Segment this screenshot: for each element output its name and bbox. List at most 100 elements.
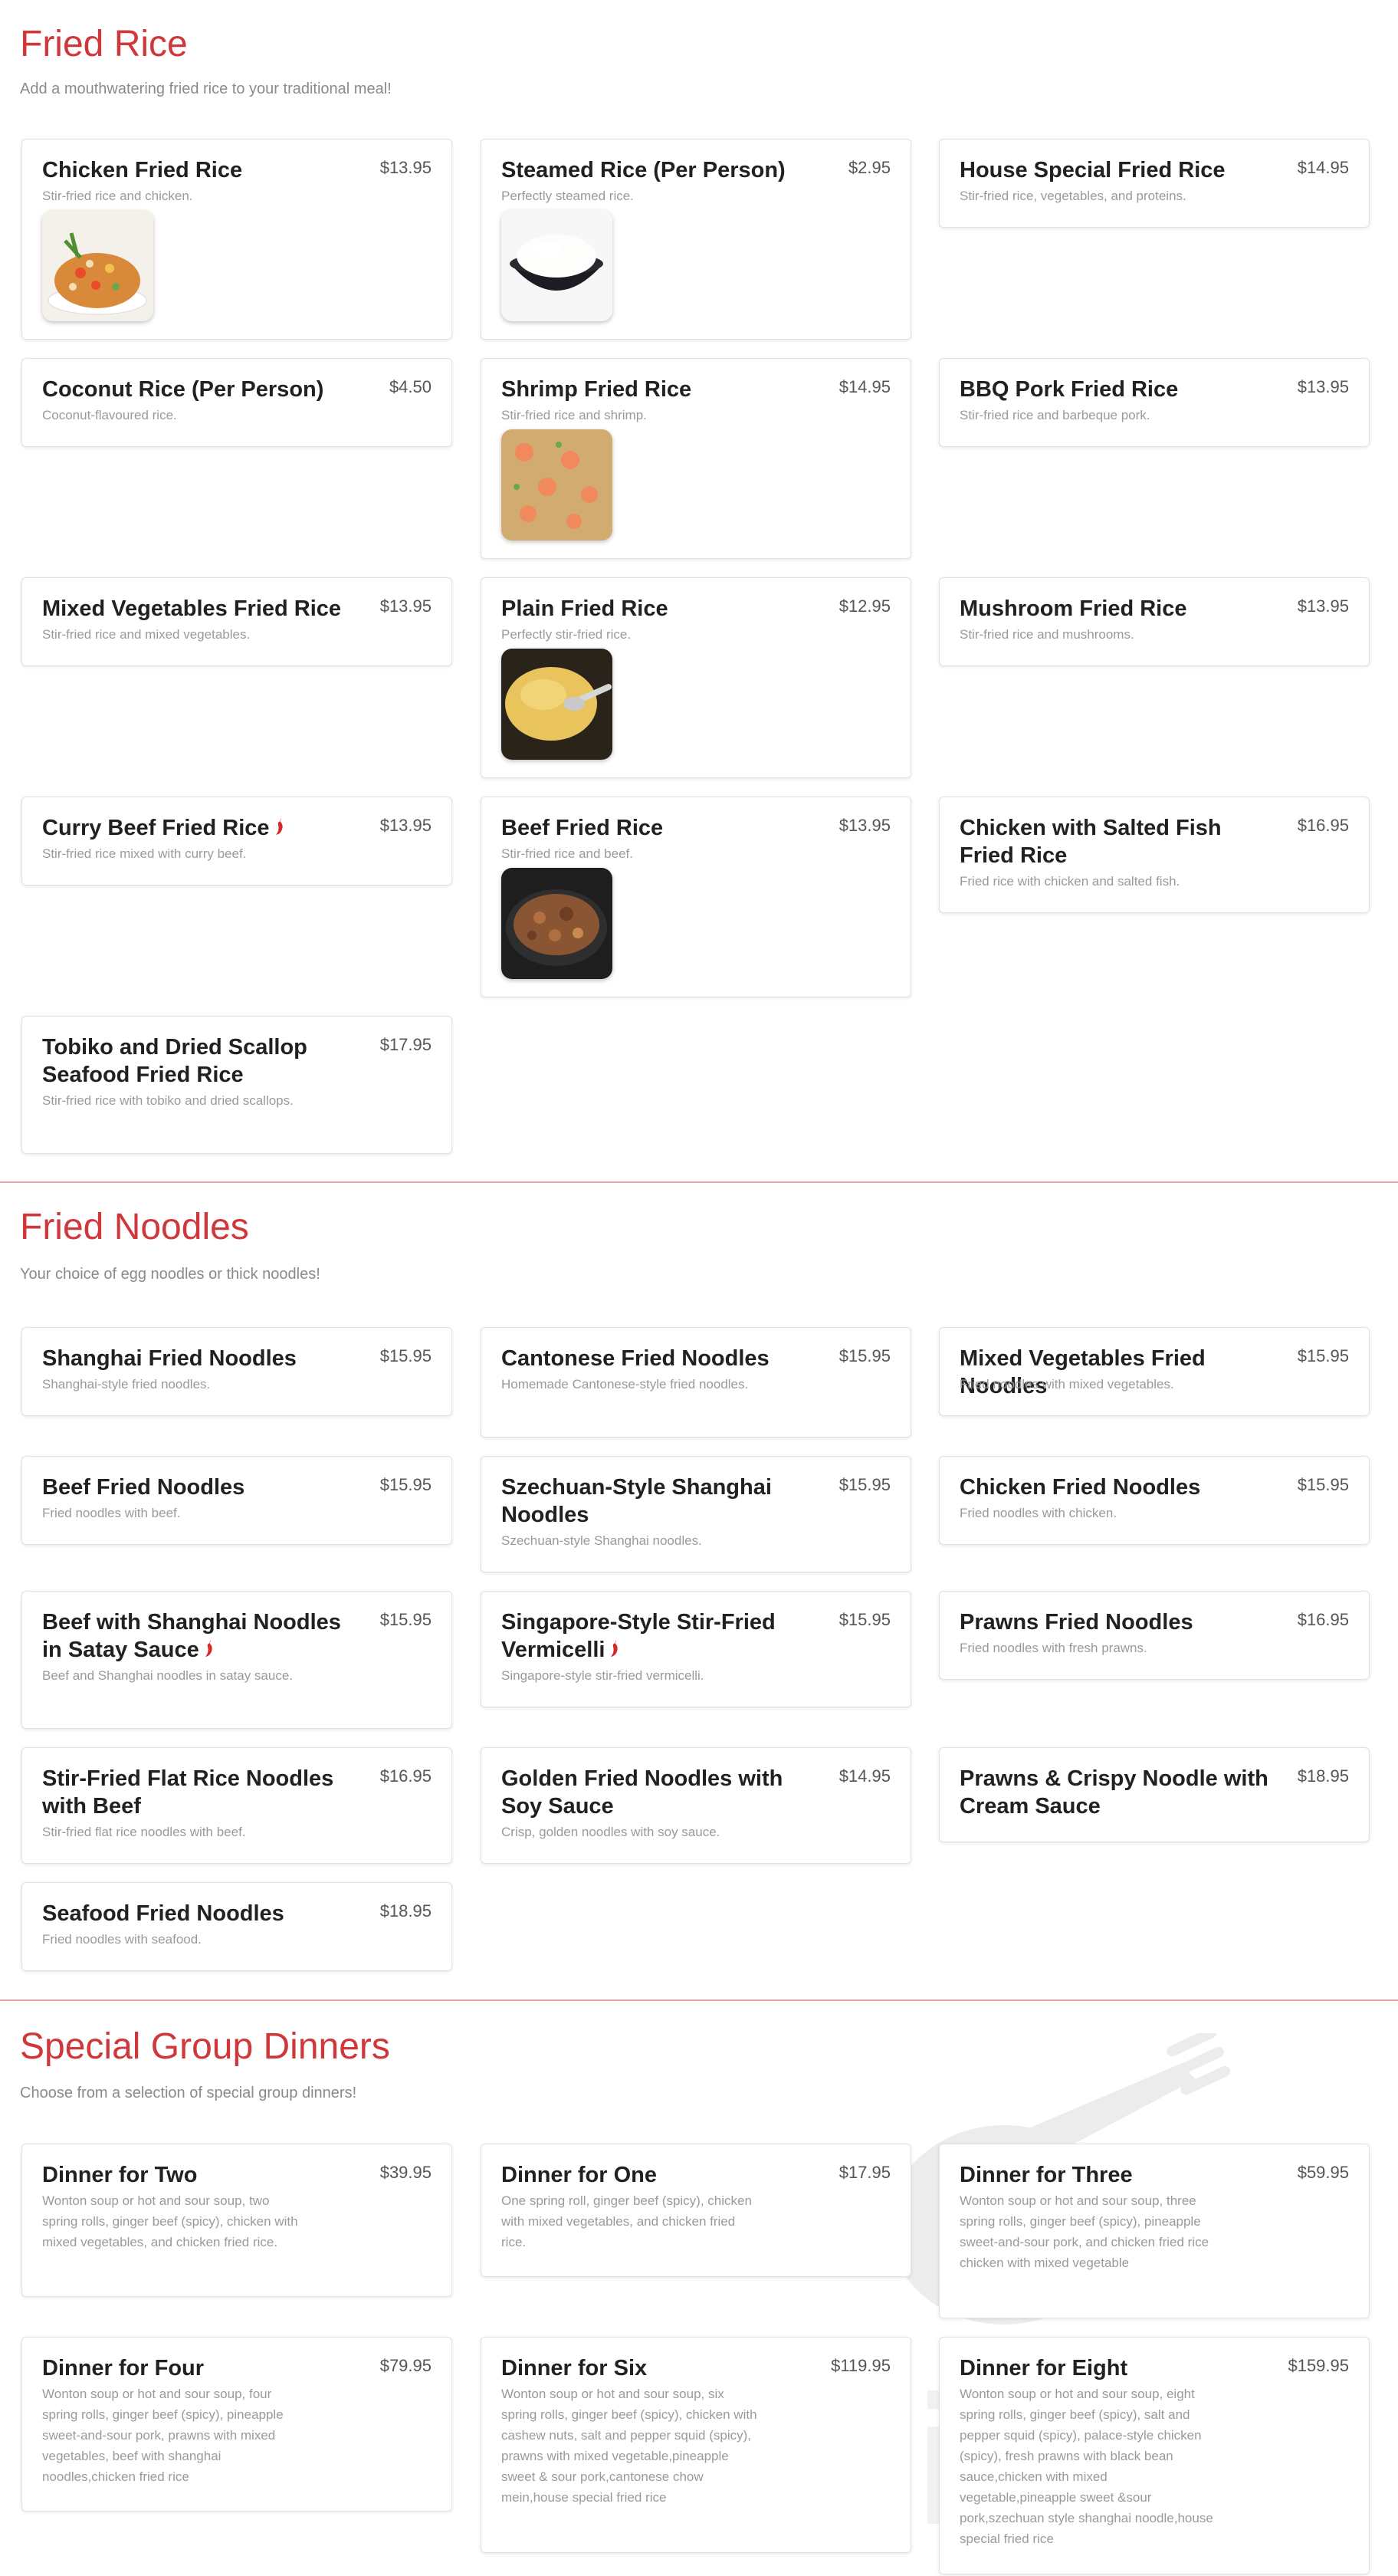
menu-item-card[interactable]: Mixed Vegetables Fried Noodles $15.95 Fr… [939,1327,1370,1416]
menu-item-card[interactable]: Plain Fried Rice $12.95 Perfectly stir-f… [481,577,911,778]
menu-item-card[interactable]: Curry Beef Fried Rice $13.95 Stir-fried … [21,797,452,886]
item-price: $59.95 [1297,2163,1349,2182]
item-name: Beef Fried Rice [501,816,664,840]
item-description: Wonton soup or hot and sour soup, six sp… [501,2387,757,2505]
item-name: Seafood Fried Noodles [42,1901,284,1926]
item-price: $119.95 [831,2356,891,2375]
item-name: Coconut Rice (Per Person) [42,377,324,402]
menu-item-card[interactable]: Dinner for Three $59.95 Wonton soup or h… [939,2144,1370,2318]
item-name: Chicken Fried Noodles [960,1475,1201,1500]
menu-item-card[interactable]: Stir-Fried Flat Rice Noodles with Beef $… [21,1747,452,1864]
section-subtitle: Add a mouthwatering fried rice to your t… [20,80,392,97]
menu-item-card[interactable]: Mixed Vegetables Fried Rice $13.95 Stir-… [21,577,452,666]
menu-item-card[interactable]: Chicken with Salted Fish Fried Rice $16.… [939,797,1370,913]
menu-item-card[interactable]: Szechuan-Style Shanghai Noodles $15.95 S… [481,1456,911,1572]
item-price: $15.95 [1297,1346,1349,1365]
item-name: Curry Beef Fried Rice [42,814,356,843]
menu-item-card[interactable]: Coconut Rice (Per Person) $4.50 Coconut-… [21,358,452,447]
chili-pepper-icon [204,1637,215,1664]
item-description: Stir-fried rice with tobiko and dried sc… [42,1093,294,1108]
item-price: $13.95 [379,596,432,616]
item-price: $16.95 [1297,816,1349,835]
item-name: Shrimp Fried Rice [501,377,692,402]
menu-item-card[interactable]: Shanghai Fried Noodles $15.95 Shanghai-s… [21,1327,452,1416]
item-price: $13.95 [1297,377,1349,396]
section-title: Fried Noodles [20,1207,249,1247]
item-name: Chicken with Salted Fish Fried Rice [960,816,1222,868]
menu-item-card[interactable]: Shrimp Fried Rice $14.95 Stir-fried rice… [481,358,911,559]
menu-item-card[interactable]: Chicken Fried Rice $13.95 Stir-fried ric… [21,139,452,340]
item-name: Dinner for Four [42,2356,205,2380]
item-photo[interactable] [501,429,612,540]
item-price: $15.95 [379,1610,432,1629]
item-price: $15.95 [838,1610,891,1629]
item-price: $13.95 [379,816,432,835]
item-price: $13.95 [1297,596,1349,616]
item-price: $15.95 [379,1346,432,1365]
chili-pepper-icon [609,1637,620,1664]
item-price: $16.95 [379,1766,432,1786]
item-name: Mixed Vegetables Fried Rice [42,596,342,621]
item-photo[interactable] [501,210,612,321]
item-description: Wonton soup or hot and sour soup, three … [960,2193,1209,2270]
item-description: One spring roll, ginger beef (spicy), ch… [501,2193,752,2249]
item-photo[interactable] [501,868,612,979]
menu-item-card[interactable]: Prawns & Crispy Noodle with Cream Sauce … [939,1747,1370,1842]
menu-item-card[interactable]: Dinner for Four $79.95 Wonton soup or ho… [21,2337,452,2512]
item-description: Fried rice with chicken and salted fish. [960,874,1180,889]
item-price: $18.95 [1297,1766,1349,1786]
menu-item-card[interactable]: Tobiko and Dried Scallop Seafood Fried R… [21,1016,452,1154]
menu-item-card[interactable]: Dinner for Two $39.95 Wonton soup or hot… [21,2144,452,2297]
item-description: Shanghai-style fried noodles. [42,1377,211,1392]
item-price: $39.95 [379,2163,432,2182]
item-photo[interactable] [42,210,153,321]
item-description: Stir-fried rice and shrimp. [501,408,647,422]
item-price: $15.95 [838,1475,891,1494]
menu-item-card[interactable]: Chicken Fried Noodles $15.95 Fried noodl… [939,1456,1370,1545]
item-name: Dinner for Eight [960,2356,1128,2380]
menu-item-card[interactable]: BBQ Pork Fried Rice $13.95 Stir-fried ri… [939,358,1370,447]
menu-item-card[interactable]: Dinner for Six $119.95 Wonton soup or ho… [481,2337,911,2553]
menu-item-card[interactable]: Beef Fried Rice $13.95 Stir-fried rice a… [481,797,911,997]
item-description: Stir-fried flat rice noodles with beef. [42,1825,246,1839]
item-price: $14.95 [1297,158,1349,177]
item-photo[interactable] [501,649,612,760]
item-description: Beef and Shanghai noodles in satay sauce… [42,1668,294,1683]
item-name: Szechuan-Style Shanghai Noodles [501,1475,772,1527]
item-price: $17.95 [379,1035,432,1054]
menu-item-card[interactable]: Seafood Fried Noodles $18.95 Fried noodl… [21,1882,452,1971]
menu-item-card[interactable]: Prawns Fried Noodles $16.95 Fried noodle… [939,1591,1370,1680]
menu-item-card[interactable]: Singapore-Style Stir-Fried Vermicelli $1… [481,1591,911,1707]
item-description: Crisp, golden noodles with soy sauce. [501,1825,720,1839]
menu-item-card[interactable]: Beef Fried Noodles $15.95 Fried noodles … [21,1456,452,1545]
item-price: $15.95 [1297,1475,1349,1494]
section-title: Special Group Dinners [20,2026,390,2067]
item-description: Perfectly steamed rice. [501,189,634,203]
item-description: Homemade Cantonese-style fried noodles. [501,1377,749,1392]
item-name: BBQ Pork Fried Rice [960,377,1179,402]
item-price: $16.95 [1297,1610,1349,1629]
menu-item-card[interactable]: Steamed Rice (Per Person) $2.95 Perfectl… [481,139,911,340]
item-price: $159.95 [1288,2356,1349,2375]
menu-item-card[interactable]: Mushroom Fried Rice $13.95 Stir-fried ri… [939,577,1370,666]
menu-item-card[interactable]: Golden Fried Noodles with Soy Sauce $14.… [481,1747,911,1864]
section-subtitle: Choose from a selection of special group… [20,2085,357,2101]
item-name: Golden Fried Noodles with Soy Sauce [501,1766,783,1819]
item-description: Wonton soup or hot and sour soup, eight … [960,2387,1213,2546]
item-name: Steamed Rice (Per Person) [501,158,786,182]
item-description: Wonton soup or hot and sour soup, two sp… [42,2193,298,2249]
item-name: House Special Fried Rice [960,158,1226,182]
menu-item-card[interactable]: Dinner for One $17.95 One spring roll, g… [481,2144,911,2277]
menu-item-card[interactable]: Cantonese Fried Noodles $15.95 Homemade … [481,1327,911,1438]
fried-noodles-section: Fried Noodles Your choice of egg noodles… [0,1184,1398,1999]
menu-item-card[interactable]: House Special Fried Rice $14.95 Stir-fri… [939,139,1370,228]
item-name: Shanghai Fried Noodles [42,1346,297,1371]
menu-item-card[interactable]: Dinner for Eight $159.95 Wonton soup or … [939,2337,1370,2574]
menu-item-card[interactable]: Beef with Shanghai Noodles in Satay Sauc… [21,1591,452,1729]
chili-pepper-icon [274,815,285,843]
item-price: $12.95 [838,596,891,616]
item-price: $13.95 [838,816,891,835]
item-price: $4.50 [389,377,432,396]
section-divider [0,1999,1398,2001]
section-title: Fried Rice [20,24,188,64]
